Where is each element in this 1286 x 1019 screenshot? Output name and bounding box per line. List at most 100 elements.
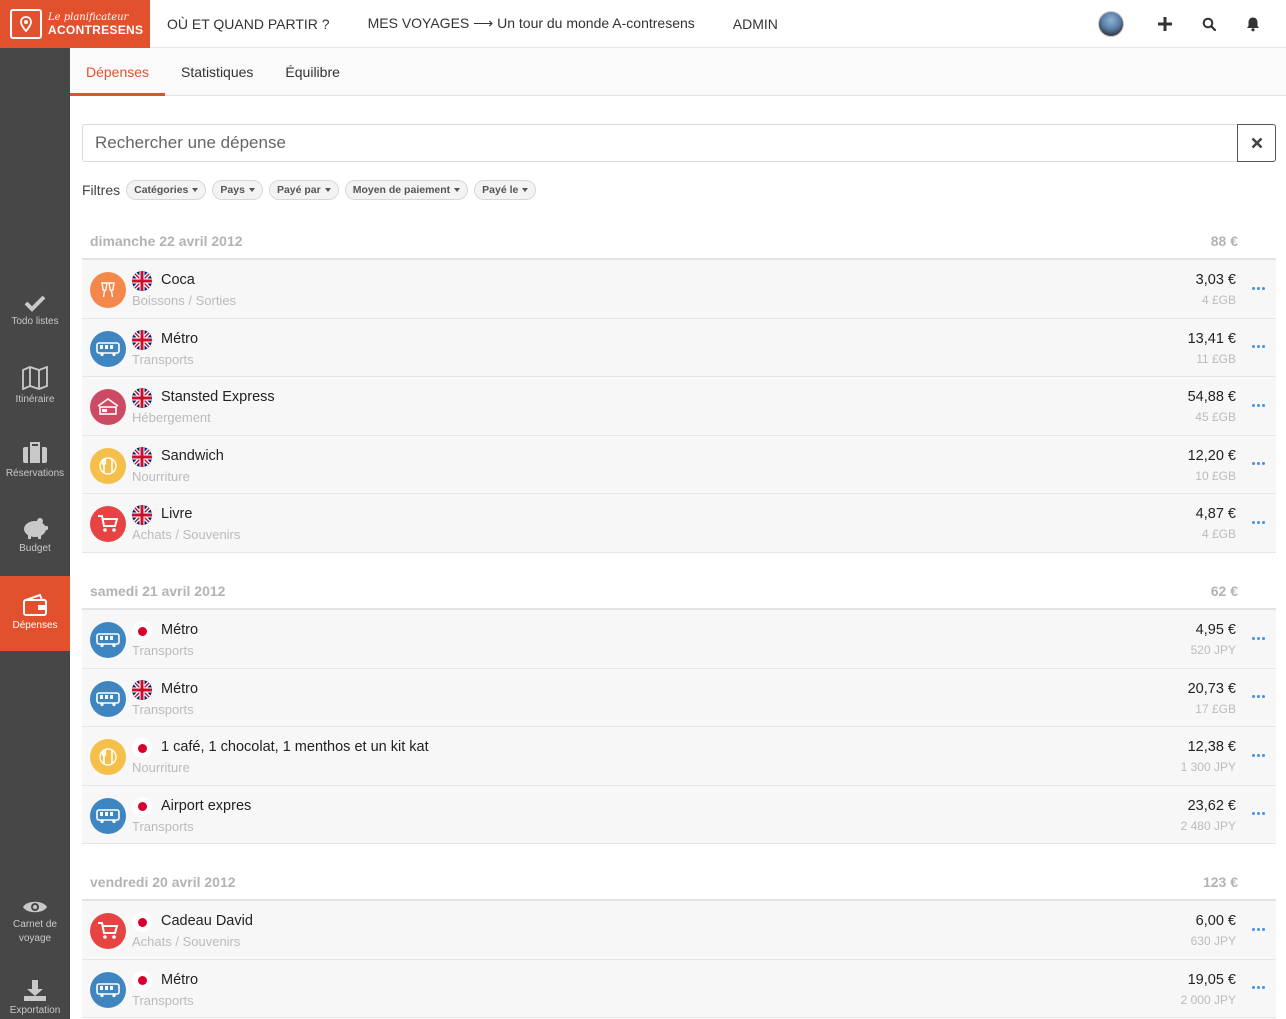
caret-down-icon <box>454 188 461 192</box>
filters-label: Filtres <box>82 182 121 198</box>
sidebar-item-itinerary[interactable]: Itinéraire <box>0 349 70 424</box>
nav-my-trips[interactable]: MES VOYAGES ⟶ Un tour du monde A-contres… <box>368 15 695 32</box>
expense-name: Coca <box>161 272 195 288</box>
expense-name: 1 café, 1 chocolat, 1 menthos et un kit … <box>161 739 429 755</box>
expense-original-amount: 630 JPY <box>1190 934 1236 948</box>
expense-row[interactable]: Métro Transports 20,73 € 17 £GB <box>82 668 1276 727</box>
expense-original-amount: 45 £GB <box>1195 410 1236 424</box>
more-options-icon[interactable] <box>1250 921 1266 937</box>
more-options-icon[interactable] <box>1250 280 1266 296</box>
plus-icon[interactable] <box>1154 13 1176 35</box>
nav-admin[interactable]: ADMIN <box>733 16 778 32</box>
more-options-icon[interactable] <box>1250 747 1266 763</box>
expense-amount: 19,05 € <box>1187 971 1236 988</box>
expense-category: Achats / Souvenirs <box>132 527 241 542</box>
more-options-icon[interactable] <box>1250 689 1266 705</box>
more-options-icon[interactable] <box>1250 514 1266 530</box>
more-options-icon[interactable] <box>1250 630 1266 646</box>
sidebar-item-expenses[interactable]: Dépenses <box>0 576 70 651</box>
expense-original-amount: 2 000 JPY <box>1180 992 1236 1007</box>
filters-bar: Filtres Catégories Pays Payé par Moyen d… <box>82 180 542 200</box>
bus-icon <box>90 797 126 834</box>
bell-icon[interactable] <box>1242 13 1264 35</box>
expense-category: Nourriture <box>132 760 190 775</box>
expense-amount: 13,41 € <box>1187 330 1236 347</box>
clear-search-button[interactable] <box>1237 124 1276 162</box>
search-bar <box>82 124 1276 162</box>
expense-row[interactable]: Coca Boissons / Sorties 3,03 € 4 £GB <box>82 260 1276 319</box>
filter-paid-on[interactable]: Payé le <box>474 180 537 200</box>
expense-row[interactable]: Sandwich Nourriture 12,20 € 10 £GB <box>82 435 1276 494</box>
tab-balance[interactable]: Équilibre <box>269 48 355 96</box>
day-total: 62 € <box>1210 582 1238 599</box>
logo-line2: ACONTRESENS <box>48 22 144 37</box>
more-options-icon[interactable] <box>1250 397 1266 413</box>
filter-country[interactable]: Pays <box>212 180 263 200</box>
more-options-icon[interactable] <box>1250 806 1266 822</box>
uk-flag-icon <box>132 505 152 525</box>
more-options-icon[interactable] <box>1250 339 1266 355</box>
uk-flag-icon <box>132 679 152 700</box>
filter-label: Payé par <box>276 184 321 196</box>
check-icon <box>24 295 46 312</box>
food-icon <box>90 739 126 775</box>
more-options-icon[interactable] <box>1250 456 1266 472</box>
logo-text: Le planificateur ACONTRESENS <box>48 12 143 36</box>
expense-amount: 23,62 € <box>1187 797 1236 814</box>
japan-flag-icon <box>132 970 152 991</box>
tab-statistics[interactable]: Statistiques <box>165 48 269 96</box>
caret-down-icon <box>248 188 255 192</box>
wallet-icon <box>23 594 47 616</box>
uk-flag-icon <box>132 446 152 467</box>
avatar[interactable] <box>1098 11 1124 37</box>
sidebar-item-todo[interactable]: Todo listes <box>0 274 70 349</box>
filter-label: Pays <box>220 184 245 196</box>
shopping-cart-icon <box>90 506 126 542</box>
expense-row[interactable]: Métro Transports 13,41 € 11 £GB <box>82 318 1276 377</box>
house-icon <box>90 389 126 425</box>
sidebar-item-travel-journal[interactable]: Carnet de voyage <box>0 882 70 962</box>
close-icon <box>1251 137 1262 149</box>
expense-original-amount: 1 300 JPY <box>1180 760 1236 774</box>
logo[interactable]: Le planificateur ACONTRESENS <box>0 0 150 48</box>
suitcase-icon <box>23 442 47 463</box>
expense-category: Transports <box>132 351 194 367</box>
sidebar: Todo listes Itinéraire Réservations Budg… <box>0 48 70 1019</box>
eye-icon <box>23 901 47 912</box>
bus-icon <box>90 622 126 658</box>
expense-row[interactable]: Stansted Express Hébergement 54,88 € 45 £GB <box>82 377 1276 436</box>
sidebar-item-label: Budget <box>19 543 51 554</box>
expense-row[interactable]: Métro Transports 4,95 € 520 JPY <box>82 610 1276 669</box>
caret-down-icon <box>324 188 331 192</box>
day-group: dimanche 22 avril 2012 88 € Coca Boissons /… <box>82 223 1276 553</box>
tab-bar: Dépenses Statistiques Équilibre <box>70 48 1286 96</box>
nav-where-when[interactable]: OÙ ET QUAND PARTIR ? <box>167 16 330 32</box>
sidebar-item-export[interactable]: Exportation <box>0 962 70 1019</box>
logo-map-icon <box>10 8 42 39</box>
expense-category: Boissons / Sorties <box>132 293 237 308</box>
app-root: Le planificateur ACONTRESENS OÙ ET QUAND… <box>0 0 1286 1019</box>
expense-row[interactable]: Cadeau David Achats / Souvenirs 6,00 € 630 … <box>82 901 1276 960</box>
expense-row[interactable]: Métro Transports 19,05 € 2 000 JPY <box>82 959 1276 1018</box>
filter-paid-by[interactable]: Payé par <box>268 180 339 200</box>
expense-row[interactable]: Livre Achats / Souvenirs 4,87 € 4 £GB <box>82 494 1276 553</box>
sidebar-item-label: Réservations <box>5 468 65 479</box>
tab-expenses[interactable]: Dépenses <box>70 48 166 96</box>
expense-amount: 3,03 € <box>1195 272 1236 288</box>
expense-category: Hébergement <box>132 410 211 425</box>
day-total: 123 € <box>1202 873 1238 890</box>
shopping-cart-icon <box>90 913 126 949</box>
more-options-icon[interactable] <box>1250 980 1266 996</box>
expense-row[interactable]: Airport expres Transports 23,62 € 2 480 JPY <box>82 785 1276 844</box>
sidebar-item-label: Todo listes <box>11 316 59 327</box>
expense-name: Stansted Express <box>161 389 275 405</box>
expense-row[interactable]: 1 café, 1 chocolat, 1 menthos et un kit … <box>82 727 1276 786</box>
filter-label: Payé le <box>482 184 519 196</box>
filter-payment-method[interactable]: Moyen de paiement <box>344 180 469 200</box>
filter-categories[interactable]: Catégories <box>126 180 207 200</box>
bus-icon <box>90 330 126 367</box>
sidebar-item-reservations[interactable]: Réservations <box>0 424 70 499</box>
search-icon[interactable] <box>1198 13 1220 35</box>
sidebar-item-budget[interactable]: Budget <box>0 499 70 574</box>
search-input[interactable] <box>82 124 1237 162</box>
